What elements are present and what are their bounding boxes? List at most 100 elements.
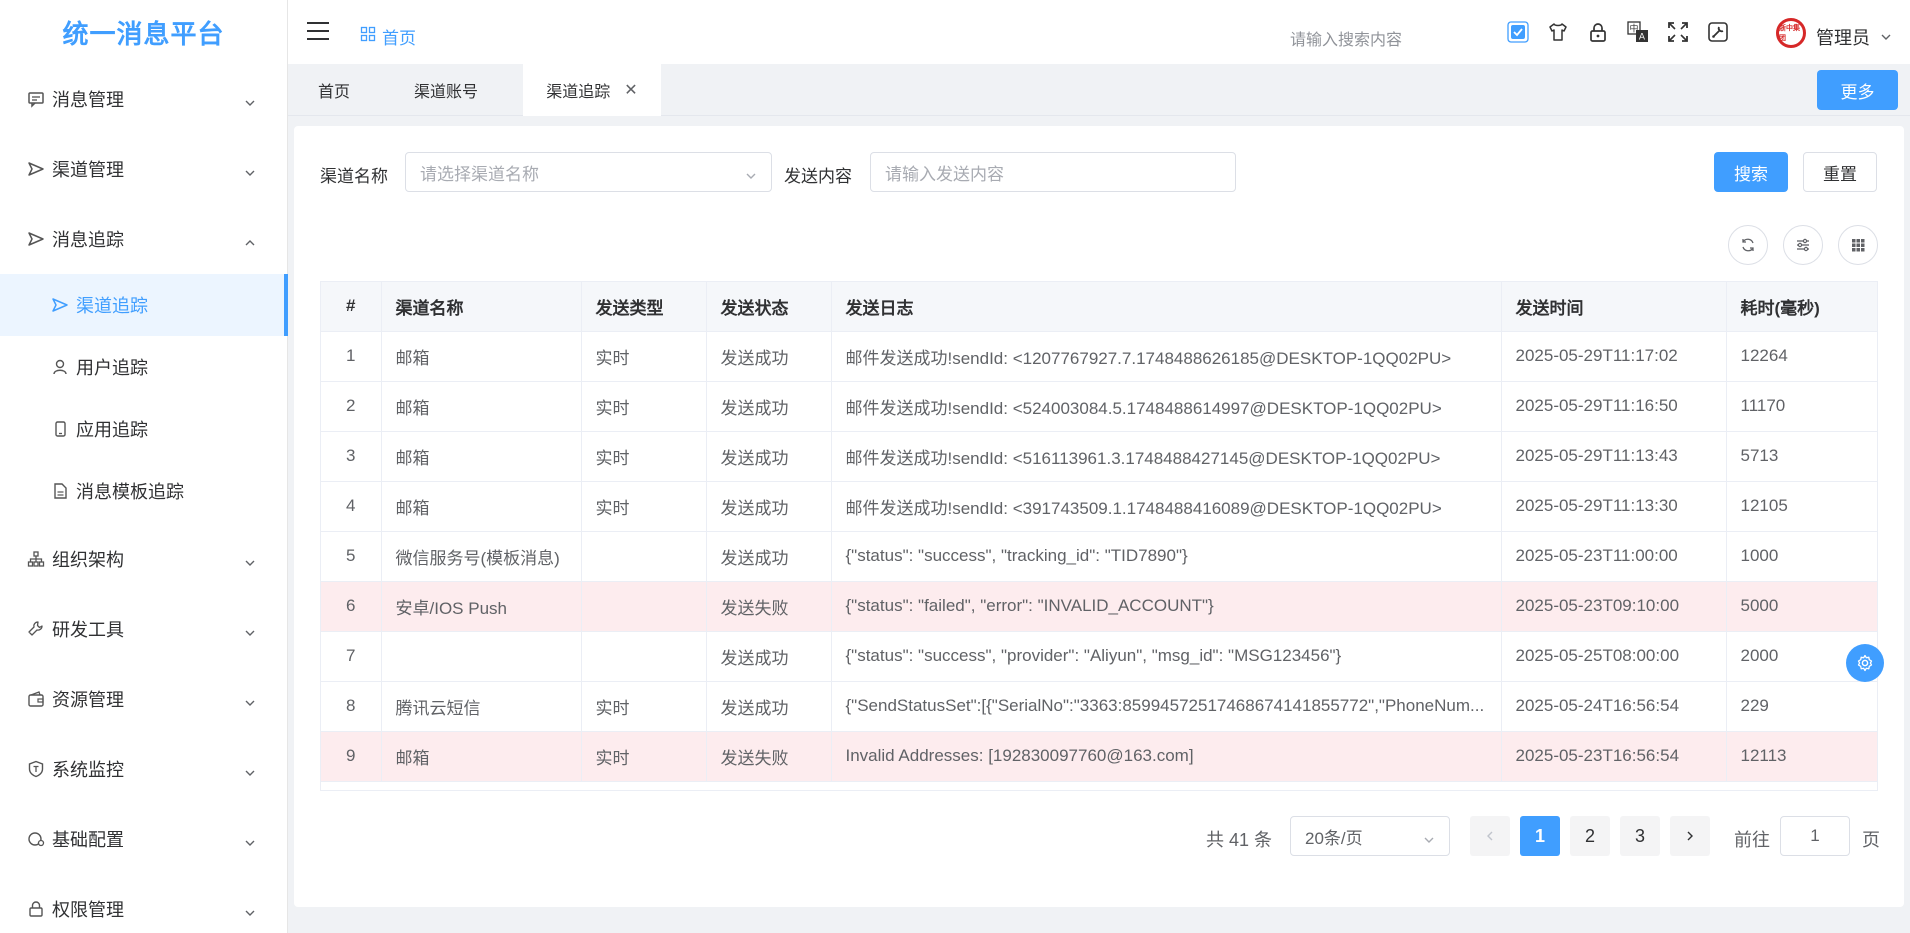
prev-page-button[interactable]	[1470, 816, 1510, 856]
table-row[interactable]: 7 发送成功 {"status": "success", "provider": "…	[321, 631, 1877, 682]
table-row[interactable]: 6 安卓/IOS Push 发送失败 {"status": "failed", "er…	[321, 581, 1877, 632]
fullscreen-icon[interactable]	[1666, 20, 1690, 44]
next-page-button[interactable]	[1670, 816, 1710, 856]
column-header[interactable]: 发送日志	[831, 282, 1502, 332]
settings-tool-icon[interactable]	[1706, 20, 1730, 44]
table-cell	[381, 631, 582, 682]
table-cell: 发送成功	[706, 631, 832, 682]
table-cell: 1000	[1726, 531, 1877, 582]
global-search-input[interactable]: 请输入搜索内容	[1290, 26, 1402, 50]
reset-button[interactable]: 重置	[1803, 152, 1877, 192]
table-row[interactable]: 3 邮箱 实时 发送成功 邮件发送成功!sendId: <516113961.3.174…	[321, 431, 1877, 482]
table-cell: 5713	[1726, 431, 1877, 482]
table-row[interactable]: 2 邮箱 实时 发送成功 邮件发送成功!sendId: <524003084.5.174…	[321, 381, 1877, 432]
table-cell: 发送成功	[706, 681, 832, 732]
close-icon[interactable]: ✕	[624, 80, 637, 100]
tab-label: 渠道追踪	[546, 84, 611, 101]
table-cell: 实时	[581, 481, 707, 532]
tab-channel-tracking[interactable]: 渠道追踪 ✕	[523, 64, 661, 116]
floating-settings-gear-icon[interactable]	[1846, 644, 1884, 682]
refresh-icon[interactable]	[1728, 225, 1768, 265]
table-cell: 发送成功	[706, 381, 832, 432]
column-header[interactable]: 发送状态	[706, 282, 832, 332]
filter-settings-icon[interactable]	[1783, 225, 1823, 265]
channel-name-select[interactable]: 请选择渠道名称	[405, 152, 772, 192]
sidebar: 统一消息平台 消息管理 渠道管理 消息追踪 渠道追踪 用户追踪 应用追踪 消息模…	[0, 0, 288, 933]
tab-channel-account[interactable]: 渠道账号	[390, 64, 502, 116]
sidebar-item-dev-tools[interactable]: 研发工具	[0, 598, 288, 660]
checkbox-icon[interactable]	[1506, 20, 1530, 44]
column-header[interactable]: 发送时间	[1501, 282, 1727, 332]
chevron-down-icon	[244, 623, 256, 644]
table-cell: 安卓/IOS Push	[381, 581, 582, 632]
language-icon[interactable]: 中A	[1626, 20, 1650, 44]
sidebar-subitem-template-tracking[interactable]: 消息模板追踪	[0, 460, 288, 522]
sidebar-subitem-user-tracking[interactable]: 用户追踪	[0, 336, 288, 398]
table-cell: 邮箱	[381, 481, 582, 532]
table-cell: 3	[321, 431, 382, 482]
more-button[interactable]: 更多	[1817, 70, 1898, 110]
send-icon	[26, 229, 46, 249]
phone-icon	[50, 419, 70, 439]
search-button[interactable]: 搜索	[1714, 152, 1788, 192]
table-row[interactable]: 4 邮箱 实时 发送成功 邮件发送成功!sendId: <391743509.1.174…	[321, 481, 1877, 532]
table-cell: 实时	[581, 731, 707, 782]
sidebar-item-label: 消息管理	[52, 90, 124, 110]
sidebar-item-message-management[interactable]: 消息管理	[0, 68, 288, 130]
column-header[interactable]: 耗时(毫秒)	[1726, 282, 1877, 332]
table-row[interactable]: 9 邮箱 实时 发送失败 Invalid Addresses: [19283009776…	[321, 731, 1877, 782]
content-input[interactable]: 请输入发送内容	[870, 152, 1236, 192]
page-button-2[interactable]: 2	[1570, 816, 1610, 856]
sidebar-item-resources[interactable]: 资源管理	[0, 668, 288, 730]
channel-name-placeholder: 请选择渠道名称	[420, 164, 539, 184]
user-icon	[50, 357, 70, 377]
sidebar-item-permissions[interactable]: 权限管理	[0, 878, 288, 933]
table-cell: 实时	[581, 681, 707, 732]
content-placeholder: 请输入发送内容	[885, 164, 1004, 184]
table-cell: 5	[321, 531, 382, 582]
breadcrumb[interactable]: 首页	[360, 24, 416, 49]
sidebar-subitem-app-tracking[interactable]: 应用追踪	[0, 398, 288, 460]
sidebar-item-label: 系统监控	[52, 760, 124, 780]
hamburger-menu-icon[interactable]	[306, 20, 330, 42]
column-header[interactable]: 渠道名称	[381, 282, 582, 332]
table-row[interactable]: 5 微信服务号(模板消息) 发送成功 {"status": "success", "t…	[321, 531, 1877, 582]
table-cell: 发送成功	[706, 431, 832, 482]
sidebar-item-label: 消息追踪	[52, 230, 124, 250]
table-cell: 发送成功	[706, 531, 832, 582]
lock-screen-icon[interactable]	[1586, 20, 1610, 44]
table-cell: 2025-05-23T16:56:54	[1501, 731, 1727, 782]
table-row[interactable]: 1 邮箱 实时 发送成功 邮件发送成功!sendId: <1207767927.7.17…	[321, 331, 1877, 382]
page-button-1[interactable]: 1	[1520, 816, 1560, 856]
username[interactable]: 管理员	[1816, 24, 1870, 50]
tab-home[interactable]: 首页	[302, 64, 366, 116]
sidebar-item-monitoring[interactable]: 系统监控	[0, 738, 288, 800]
column-header[interactable]: #	[321, 282, 382, 332]
avatar[interactable]: 浙中集团	[1776, 18, 1806, 48]
chevron-down-icon	[244, 553, 256, 574]
table-cell: 邮件发送成功!sendId: <524003084.5.174848861499…	[831, 381, 1502, 432]
table-cell	[581, 581, 707, 632]
table-cell: 2025-05-29T11:16:50	[1501, 381, 1727, 432]
table-cell: 邮箱	[381, 731, 582, 782]
column-header[interactable]: 发送类型	[581, 282, 707, 332]
page-size-select[interactable]: 20条/页	[1290, 816, 1450, 856]
table-cell: 邮箱	[381, 331, 582, 382]
sidebar-subitem-channel-tracking[interactable]: 渠道追踪	[0, 274, 288, 336]
tab-label: 首页	[317, 84, 350, 101]
table-cell: 2025-05-24T16:56:54	[1501, 681, 1727, 732]
chevron-down-icon[interactable]	[1880, 28, 1892, 48]
grid-columns-icon[interactable]	[1838, 225, 1878, 265]
goto-label: 前往	[1734, 830, 1770, 850]
page-button-3[interactable]: 3	[1620, 816, 1660, 856]
sidebar-item-message-tracking[interactable]: 消息追踪	[0, 208, 288, 270]
shirt-theme-icon[interactable]	[1546, 20, 1570, 44]
sidebar-item-org[interactable]: 组织架构	[0, 528, 288, 590]
table-cell: 实时	[581, 381, 707, 432]
goto-page-input[interactable]: 1	[1780, 816, 1850, 856]
sidebar-item-channel-management[interactable]: 渠道管理	[0, 138, 288, 200]
sidebar-item-basic-config[interactable]: 基础配置	[0, 808, 288, 870]
table-cell: {"status": "success", "provider": "Aliyu…	[831, 631, 1502, 682]
send-icon	[26, 159, 46, 179]
table-row[interactable]: 8 腾讯云短信 实时 发送成功 {"SendStatusSet":[{"SerialNo…	[321, 681, 1877, 732]
